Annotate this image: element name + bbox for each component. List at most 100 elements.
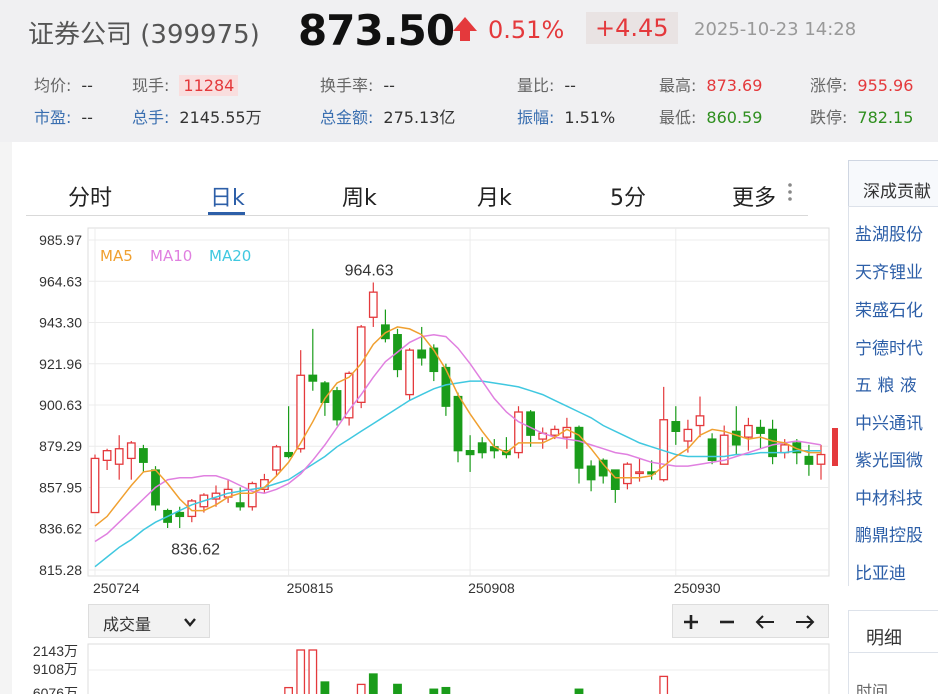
- candle-down: [477, 442, 487, 454]
- sidebar-item-stock[interactable]: 紫光国微: [855, 446, 923, 471]
- candle-down: [671, 421, 681, 432]
- candle-up: [405, 349, 415, 396]
- candle-up: [683, 428, 693, 442]
- x-tick-label: 250908: [468, 580, 515, 596]
- metric-avg-price: 均价: --: [34, 76, 93, 95]
- volume-bar: [393, 683, 402, 694]
- candle-up: [695, 415, 705, 427]
- volume-bar: [429, 688, 439, 694]
- volume-bar: [356, 683, 366, 694]
- y-axis-labels: 985.97 964.63 943.30 921.96 900.63 879.29 857.…: [39, 232, 82, 578]
- y-tick-label: 900.63: [39, 397, 82, 413]
- tab-5min[interactable]: 5分: [610, 180, 646, 212]
- volume-frame: [87, 643, 830, 694]
- quote-datetime: 2025-10-23 14:28: [694, 19, 857, 40]
- y-tick-label: 815.28: [39, 562, 82, 578]
- volume-panel: 2143万 9108万 6076万: [33, 643, 830, 694]
- quote-header: 证券公司 (399975) 873.50 0.51% +4.45 2025-10…: [0, 0, 938, 142]
- tab-more[interactable]: 更多: [732, 180, 776, 212]
- stock-name: 证券公司 (399975): [28, 20, 260, 50]
- sidebar-item-stock[interactable]: 鹏鼎控股: [855, 521, 923, 546]
- current-price-marker: [832, 428, 838, 466]
- volume-bar: [368, 673, 378, 694]
- y-tick-label: 857.95: [39, 480, 82, 496]
- candle-up: [247, 482, 257, 508]
- y-tick-label: 964.63: [39, 273, 82, 289]
- indicator-select[interactable]: 成交量: [88, 604, 210, 638]
- y-tick-label: 943.30: [39, 314, 82, 330]
- sidebar-item-stock[interactable]: 天齐锂业: [855, 258, 923, 283]
- volume-tick-label: 6076万: [33, 685, 78, 694]
- x-tick-label: 250815: [287, 580, 334, 596]
- candle-down: [138, 448, 148, 463]
- candle-down: [586, 465, 596, 481]
- metric-volume-ratio: 量比: --: [517, 76, 576, 95]
- detail-time-header: 时间: [856, 682, 889, 694]
- candle-up: [816, 453, 826, 465]
- active-tab-underline: [208, 212, 245, 215]
- extreme-label: 964.63: [345, 262, 394, 279]
- tab-daily-k[interactable]: 日k: [210, 180, 245, 212]
- candle-down: [332, 390, 342, 421]
- scroll-left-icon[interactable]: [753, 611, 777, 633]
- candle-up: [102, 450, 112, 461]
- more-dots-icon[interactable]: [788, 182, 792, 204]
- legend-ma5: MA5: [100, 247, 133, 265]
- metric-high: 最高: 873.69: [659, 76, 763, 95]
- candle-down: [175, 511, 185, 518]
- x-axis-labels: 250724 250815 250908 250930: [93, 580, 721, 596]
- tab-monthly-k[interactable]: 月k: [477, 180, 512, 212]
- candle-down: [465, 450, 475, 456]
- legend-ma20: MA20: [209, 247, 252, 265]
- sidebar-item-stock[interactable]: 荣盛石化: [855, 296, 923, 321]
- candle-down: [526, 411, 536, 436]
- sidebar-item-stock[interactable]: 五 粮 液: [855, 371, 917, 396]
- current-price: 873.50: [298, 6, 455, 55]
- candle-up: [126, 442, 136, 460]
- metric-low: 最低: 860.59: [659, 108, 763, 127]
- metric-total-hand[interactable]: 总手: 2145.55万: [132, 104, 262, 128]
- change-percent: 0.51%: [488, 16, 565, 44]
- candle-up: [272, 446, 281, 471]
- tab-detail[interactable]: 明细: [866, 624, 902, 650]
- metric-limit-down: 跌停: 782.15: [810, 108, 914, 127]
- candle-up: [622, 463, 632, 485]
- y-tick-label: 985.97: [39, 232, 82, 248]
- x-tick-label: 250724: [93, 580, 140, 596]
- metric-total-amount[interactable]: 总金额: 275.13亿: [320, 104, 455, 128]
- y-tick-label: 921.96: [39, 356, 82, 372]
- metric-pe[interactable]: 市盈: --: [34, 104, 93, 128]
- candle-down: [731, 430, 741, 446]
- candle-up: [550, 428, 560, 436]
- candle-down: [284, 451, 294, 458]
- sidebar-item-stock[interactable]: 中兴通讯: [855, 409, 923, 434]
- volume-bar: [441, 686, 451, 694]
- indicator-select-label: 成交量: [103, 615, 152, 634]
- sidebar-item-stock[interactable]: 比亚迪: [855, 559, 906, 584]
- change-amount: +4.45: [586, 12, 678, 44]
- candle-down: [756, 426, 765, 434]
- candle-down: [453, 395, 463, 452]
- candle-up: [90, 457, 100, 514]
- zoom-in-icon[interactable]: [679, 611, 703, 633]
- chart-controls: [672, 604, 829, 638]
- chevron-down-icon: [184, 618, 196, 627]
- scroll-right-icon[interactable]: [793, 611, 817, 633]
- sidebar-item-stock[interactable]: 中材科技: [855, 484, 923, 509]
- tab-weekly-k[interactable]: 周k: [342, 180, 377, 212]
- candle-up: [114, 448, 124, 465]
- volume-bar: [320, 681, 330, 694]
- candle-up: [514, 411, 523, 454]
- sidebar-item-stock[interactable]: 盐湖股份: [855, 220, 923, 245]
- candle-down: [429, 347, 439, 373]
- zoom-out-icon[interactable]: [715, 611, 739, 633]
- candle-up: [368, 291, 378, 318]
- sidebar-item-stock[interactable]: 宁德时代: [855, 334, 923, 359]
- extreme-label: 836.62: [171, 542, 220, 559]
- y-tick-label: 836.62: [39, 521, 82, 537]
- tab-intraday[interactable]: 分时: [68, 180, 112, 212]
- arrow-up-icon: [453, 17, 477, 41]
- metric-amplitude[interactable]: 振幅: 1.51%: [517, 104, 615, 128]
- y-tick-label: 879.29: [39, 438, 82, 454]
- volume-bar: [296, 649, 306, 694]
